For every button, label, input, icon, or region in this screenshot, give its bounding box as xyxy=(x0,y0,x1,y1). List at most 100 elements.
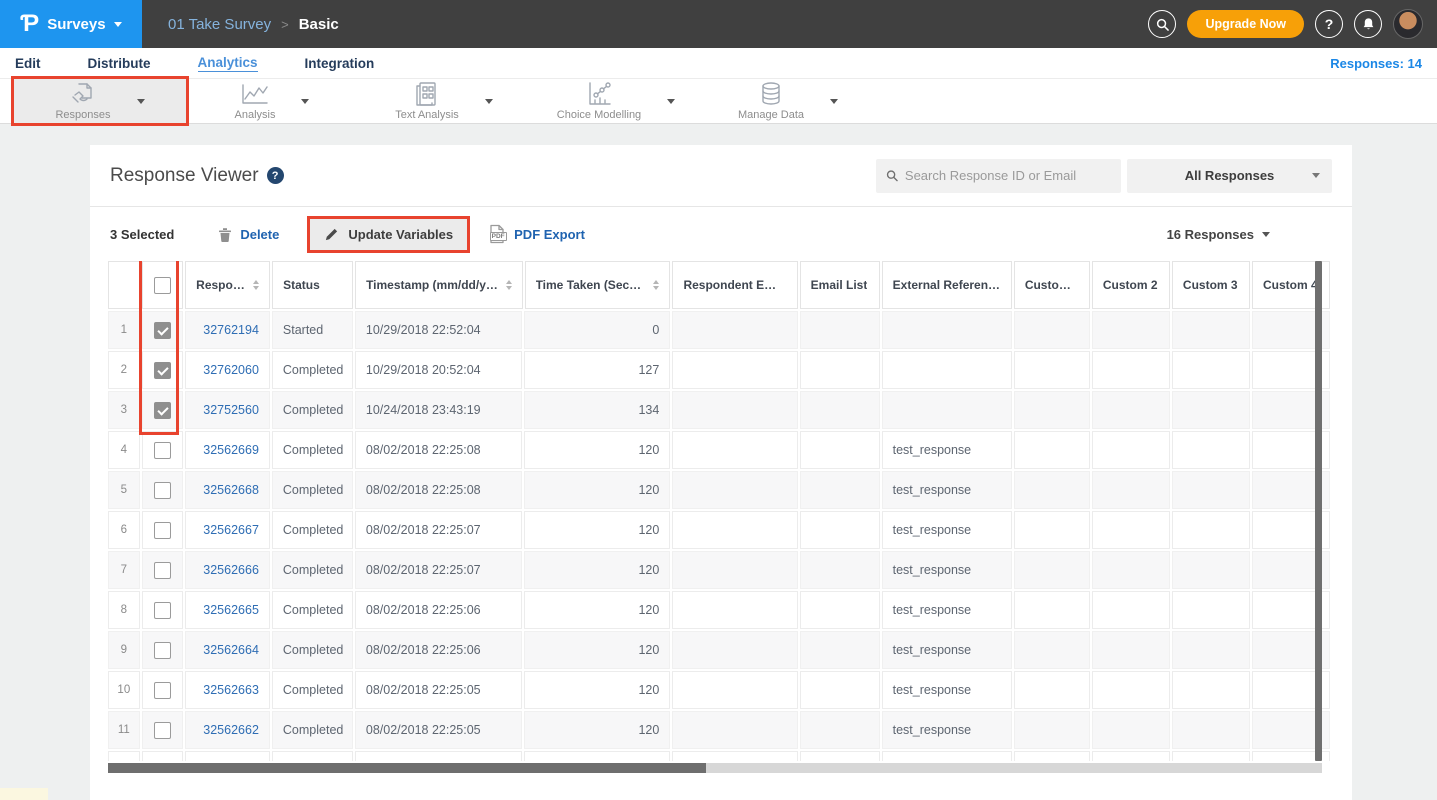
chevron-down-icon[interactable] xyxy=(667,99,675,104)
cell-timestamp: 08/02/2018 22:25:08 xyxy=(355,431,523,469)
cell-id[interactable]: 32752560 xyxy=(185,391,270,429)
column-header-time_taken[interactable]: Time Taken (Seconds) xyxy=(525,261,671,309)
table-row: 932562664Completed08/02/2018 22:25:06120… xyxy=(108,631,1330,669)
response-search[interactable] xyxy=(876,159,1121,193)
trash-icon xyxy=(218,226,232,242)
sort-icon[interactable] xyxy=(506,280,512,290)
cell-checkbox[interactable] xyxy=(142,311,183,349)
cell-id[interactable]: 32562669 xyxy=(185,431,270,469)
toolbar-item-choice-modelling[interactable]: Choice Modelling xyxy=(530,79,702,123)
column-header-checkbox[interactable] xyxy=(142,261,183,309)
column-header-custom3: Custom 3 xyxy=(1172,261,1250,309)
cell-time_taken: 0 xyxy=(524,311,670,349)
cell-time_taken: 120 xyxy=(524,751,670,761)
notifications-button[interactable] xyxy=(1354,10,1382,38)
cell-checkbox[interactable] xyxy=(142,671,183,709)
sort-icon[interactable] xyxy=(653,280,659,290)
row-checkbox[interactable] xyxy=(154,602,171,619)
cell-checkbox[interactable] xyxy=(142,751,183,761)
cell-id[interactable]: 32562666 xyxy=(185,551,270,589)
cell-id[interactable]: 32562661 xyxy=(185,751,270,761)
toolbar-item-label: Manage Data xyxy=(738,109,804,121)
table-vertical-scrollbar[interactable] xyxy=(1315,261,1322,761)
help-button[interactable]: ? xyxy=(1315,10,1343,38)
table-header-row: Response IDStatusTimestamp (mm/dd/yyyy)T… xyxy=(108,261,1330,309)
chevron-down-icon[interactable] xyxy=(485,99,493,104)
cell-email_list xyxy=(800,511,880,549)
cell-id[interactable]: 32562663 xyxy=(185,671,270,709)
cell-custom2 xyxy=(1092,351,1170,389)
cell-num: 10 xyxy=(108,671,140,709)
horizontal-scrollbar-thumb[interactable] xyxy=(108,763,706,773)
cell-respondent_email xyxy=(672,751,797,761)
row-checkbox[interactable] xyxy=(154,722,171,739)
toolbar-item-analysis[interactable]: Analysis xyxy=(186,79,358,123)
sort-icon[interactable] xyxy=(253,280,259,290)
column-header-id[interactable]: Response ID xyxy=(185,261,270,309)
tab-integration[interactable]: Integration xyxy=(305,56,375,71)
cell-id[interactable]: 32562665 xyxy=(185,591,270,629)
toolbar-item-text-analysis[interactable]: Text Analysis xyxy=(358,79,530,123)
pdf-file-icon: PDF xyxy=(488,224,506,244)
cell-id[interactable]: 32562667 xyxy=(185,511,270,549)
response-filter-dropdown[interactable]: All Responses xyxy=(1127,159,1332,193)
cell-timestamp: 08/02/2018 22:25:06 xyxy=(355,591,523,629)
cell-checkbox[interactable] xyxy=(142,431,183,469)
row-checkbox[interactable] xyxy=(154,482,171,499)
toolbar-item-responses[interactable]: Responses xyxy=(14,79,186,123)
row-checkbox[interactable] xyxy=(154,522,171,539)
cell-timestamp: 08/02/2018 22:25:08 xyxy=(355,471,523,509)
row-checkbox[interactable] xyxy=(154,562,171,579)
row-checkbox[interactable] xyxy=(154,322,171,339)
tab-analytics[interactable]: Analytics xyxy=(198,55,258,72)
cell-checkbox[interactable] xyxy=(142,631,183,669)
cell-timestamp: 08/02/2018 22:25:04 xyxy=(355,751,523,761)
page-size-dropdown[interactable]: 16 Responses xyxy=(1167,227,1270,242)
chevron-down-icon[interactable] xyxy=(137,99,145,104)
cell-num: 2 xyxy=(108,351,140,389)
cell-checkbox[interactable] xyxy=(142,511,183,549)
select-all-checkbox[interactable] xyxy=(154,277,171,294)
tab-edit[interactable]: Edit xyxy=(15,56,41,71)
cell-id[interactable]: 32762194 xyxy=(185,311,270,349)
table-horizontal-scrollbar[interactable] xyxy=(108,763,1322,773)
column-header-timestamp[interactable]: Timestamp (mm/dd/yyyy) xyxy=(355,261,523,309)
pdf-export-button[interactable]: PDF PDF Export xyxy=(488,224,585,244)
cell-email_list xyxy=(800,711,880,749)
user-avatar[interactable] xyxy=(1393,9,1423,39)
upgrade-now-button[interactable]: Upgrade Now xyxy=(1187,10,1304,38)
search-input[interactable] xyxy=(905,168,1111,183)
toolbar-item-manage-data[interactable]: Manage Data xyxy=(702,79,874,123)
cell-checkbox[interactable] xyxy=(142,591,183,629)
delete-button[interactable]: Delete xyxy=(218,226,279,242)
cell-id[interactable]: 32562662 xyxy=(185,711,270,749)
chevron-down-icon[interactable] xyxy=(830,99,838,104)
cell-custom3 xyxy=(1172,471,1250,509)
product-menu[interactable]: Ƥ Surveys xyxy=(0,0,142,48)
cell-checkbox[interactable] xyxy=(142,351,183,389)
cell-checkbox[interactable] xyxy=(142,471,183,509)
tab-distribute[interactable]: Distribute xyxy=(88,56,151,71)
row-checkbox[interactable] xyxy=(154,362,171,379)
cell-custom2 xyxy=(1092,711,1170,749)
cell-id[interactable]: 32562668 xyxy=(185,471,270,509)
chevron-down-icon[interactable] xyxy=(301,99,309,104)
row-checkbox[interactable] xyxy=(154,402,171,419)
cell-num: 1 xyxy=(108,311,140,349)
cell-checkbox[interactable] xyxy=(142,391,183,429)
cell-id[interactable]: 32762060 xyxy=(185,351,270,389)
cell-timestamp: 08/02/2018 22:25:06 xyxy=(355,631,523,669)
row-checkbox[interactable] xyxy=(154,682,171,699)
help-icon[interactable]: ? xyxy=(267,167,284,184)
breadcrumb-survey-name[interactable]: 01 Take Survey xyxy=(168,16,271,33)
cell-checkbox[interactable] xyxy=(142,551,183,589)
cell-time_taken: 120 xyxy=(524,711,670,749)
update-variables-button[interactable]: Update Variables xyxy=(307,216,470,253)
row-checkbox[interactable] xyxy=(154,442,171,459)
row-checkbox[interactable] xyxy=(154,642,171,659)
cell-respondent_email xyxy=(672,471,797,509)
cell-id[interactable]: 32562664 xyxy=(185,631,270,669)
cell-num: 5 xyxy=(108,471,140,509)
search-button[interactable] xyxy=(1148,10,1176,38)
cell-checkbox[interactable] xyxy=(142,711,183,749)
